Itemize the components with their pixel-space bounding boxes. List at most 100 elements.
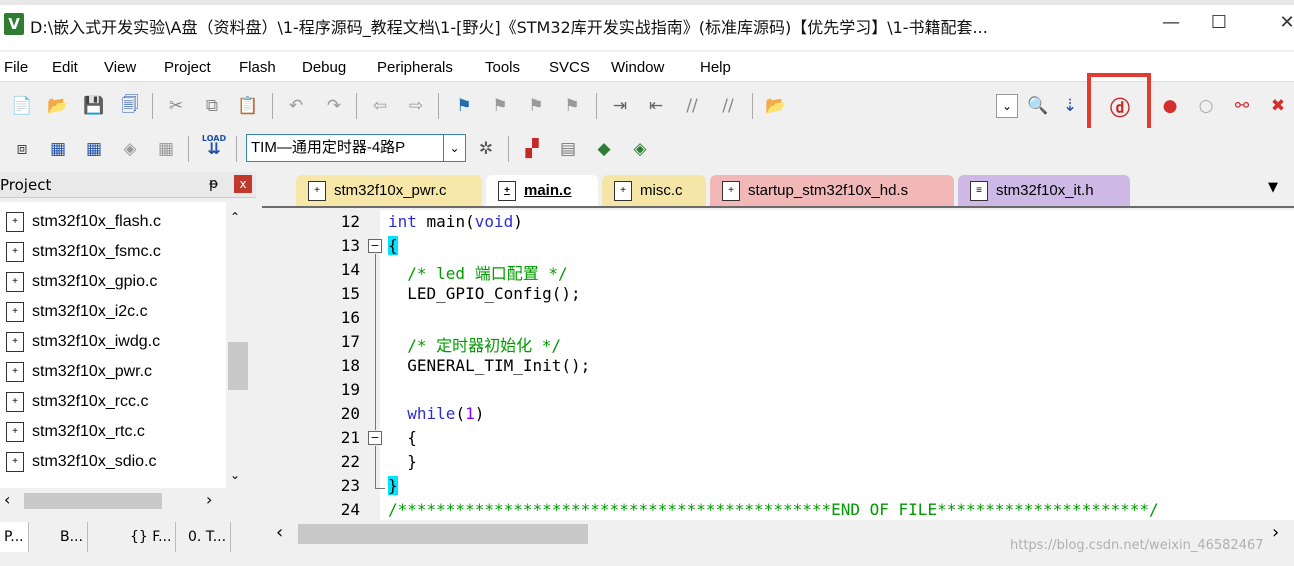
next-bookmark-icon[interactable]: ⚑: [524, 94, 548, 118]
unindent-icon[interactable]: ⇤: [644, 94, 668, 118]
fold-toggle-icon[interactable]: −: [368, 239, 382, 253]
download-load-icon[interactable]: LOAD ⇊: [200, 134, 228, 157]
find-in-files-icon[interactable]: 📂: [764, 94, 788, 118]
list-item[interactable]: + stm32f10x_rcc.c: [0, 387, 226, 417]
tab-functions[interactable]: {} F...: [126, 522, 177, 552]
stop-build-icon[interactable]: ▦: [154, 137, 178, 161]
toolbar-separator: [356, 93, 357, 119]
pack-installer-icon[interactable]: ◈: [628, 137, 652, 161]
scroll-up-icon[interactable]: ⌃: [230, 210, 240, 224]
clear-bookmarks-icon[interactable]: ⚑: [560, 94, 584, 118]
toolbar-separator: [236, 136, 237, 162]
indent-icon[interactable]: ⇥: [608, 94, 632, 118]
list-item[interactable]: + stm32f10x_pwr.c: [0, 357, 226, 387]
bookmark-icon[interactable]: ⚑: [452, 94, 476, 118]
enable-breakpoint-icon[interactable]: ○: [1194, 94, 1218, 118]
insert-breakpoint-icon[interactable]: ●: [1158, 94, 1182, 118]
scroll-right-icon[interactable]: ›: [206, 490, 212, 509]
target-select[interactable]: TIM—通用定时器-4路P: [246, 134, 466, 162]
scroll-left-icon[interactable]: ‹: [4, 490, 10, 509]
nav-forward-icon[interactable]: ⇨: [404, 94, 428, 118]
tab-stm32f10x-pwr-c[interactable]: + stm32f10x_pwr.c: [296, 175, 482, 206]
new-file-icon[interactable]: 📄: [10, 94, 34, 118]
rebuild-icon[interactable]: ▦: [82, 137, 106, 161]
tab-templates[interactable]: 0. T...: [184, 522, 232, 552]
list-item[interactable]: + stm32f10x_rtc.c: [0, 417, 226, 447]
nav-back-icon[interactable]: ⇦: [368, 94, 392, 118]
menu-peripherals[interactable]: Peripherals: [377, 59, 453, 76]
project-file-tree: + stm32f10x_flash.c + stm32f10x_fsmc.c + st…: [0, 202, 226, 488]
tab-stm32f10x-it-h[interactable]: ≡ stm32f10x_it.h: [958, 175, 1130, 206]
list-item[interactable]: + stm32f10x_gpio.c: [0, 267, 226, 297]
save-icon[interactable]: 💾: [82, 94, 106, 118]
tab-books[interactable]: B...: [56, 522, 88, 552]
pin-icon[interactable]: ᵽ: [209, 176, 218, 192]
fold-toggle-icon[interactable]: −: [368, 431, 382, 445]
list-item[interactable]: + stm32f10x_fsmc.c: [0, 237, 226, 267]
comment-icon[interactable]: //: [680, 94, 704, 118]
redo-icon[interactable]: ↷: [322, 94, 346, 118]
menu-project[interactable]: Project: [164, 59, 211, 76]
disable-all-breakpoints-icon[interactable]: ⚯: [1230, 94, 1254, 118]
tab-project[interactable]: P...: [0, 522, 29, 552]
scrollbar-thumb[interactable]: [228, 342, 248, 390]
maximize-button[interactable]: ☐: [1196, 8, 1242, 40]
cut-icon[interactable]: ✂: [164, 94, 188, 118]
target-options-wand-icon[interactable]: ✲: [474, 137, 498, 161]
scroll-left-icon[interactable]: ‹: [276, 522, 283, 543]
prev-bookmark-icon[interactable]: ⚑: [488, 94, 512, 118]
multi-project-icon[interactable]: ▤: [556, 137, 580, 161]
toolbar-separator: [152, 93, 153, 119]
scrollbar-thumb[interactable]: [24, 493, 162, 509]
menu-svcs[interactable]: SVCS: [549, 59, 590, 76]
run-time-environment-icon[interactable]: ◆: [592, 137, 616, 161]
tab-misc-c[interactable]: + misc.c: [602, 175, 706, 206]
scroll-right-icon[interactable]: ›: [1272, 522, 1279, 543]
translate-icon[interactable]: ⧈: [10, 137, 34, 161]
list-item[interactable]: + stm32f10x_sdio.c: [0, 447, 226, 477]
close-window-button[interactable]: ✕: [1264, 8, 1294, 40]
list-item[interactable]: + stm32f10x_i2c.c: [0, 297, 226, 327]
code-token: (: [455, 404, 466, 423]
build-icon[interactable]: ▦: [46, 137, 70, 161]
toolbar-separator: [272, 93, 273, 119]
menu-file[interactable]: File: [4, 59, 28, 76]
c-file-icon: +: [6, 272, 24, 292]
save-all-icon[interactable]: 🗐: [118, 94, 142, 118]
paste-icon[interactable]: 📋: [236, 94, 260, 118]
menu-flash[interactable]: Flash: [239, 59, 276, 76]
open-folder-icon[interactable]: 📂: [46, 94, 70, 118]
kill-all-breakpoints-icon[interactable]: ✖: [1266, 94, 1290, 118]
code-token: GENERAL_TIM_Init();: [388, 356, 591, 375]
menu-window[interactable]: Window: [611, 59, 664, 76]
c-file-icon: +: [6, 422, 24, 442]
menu-debug[interactable]: Debug: [302, 59, 346, 76]
find-combo-dropdown[interactable]: ⌄: [996, 94, 1018, 118]
copy-icon[interactable]: ⧉: [200, 94, 224, 118]
menu-tools[interactable]: Tools: [485, 59, 520, 76]
undo-icon[interactable]: ↶: [284, 94, 308, 118]
list-item[interactable]: + stm32f10x_flash.c: [0, 207, 226, 237]
chevron-down-icon[interactable]: ⌄: [443, 134, 466, 162]
close-panel-button[interactable]: x: [234, 175, 252, 193]
tab-startup-stm32f10x-hd-s[interactable]: + startup_stm32f10x_hd.s: [710, 175, 954, 206]
minimize-button[interactable]: —: [1148, 8, 1194, 40]
list-item[interactable]: + stm32f10x_iwdg.c: [0, 327, 226, 357]
incremental-find-icon[interactable]: ⇣: [1058, 94, 1082, 118]
toolbar-separator: [752, 93, 753, 119]
tab-list-dropdown-icon[interactable]: ▼: [1268, 180, 1278, 195]
menu-edit[interactable]: Edit: [52, 59, 78, 76]
find-icon[interactable]: 🔍: [1026, 94, 1050, 118]
code-token: int: [388, 212, 417, 231]
scrollbar-thumb[interactable]: [298, 524, 588, 544]
scroll-down-icon[interactable]: ⌄: [230, 468, 240, 482]
tab-main-c[interactable]: + main.c: [486, 175, 598, 206]
uncomment-icon[interactable]: //: [716, 94, 740, 118]
file-name: stm32f10x_gpio.c: [32, 273, 158, 290]
manage-project-items-icon[interactable]: ▞: [520, 137, 544, 161]
batch-build-icon[interactable]: ◈: [118, 137, 142, 161]
line-number: 12: [340, 212, 360, 231]
menu-help[interactable]: Help: [700, 59, 731, 76]
menu-view[interactable]: View: [104, 59, 136, 76]
file-name: stm32f10x_rcc.c: [32, 393, 149, 410]
